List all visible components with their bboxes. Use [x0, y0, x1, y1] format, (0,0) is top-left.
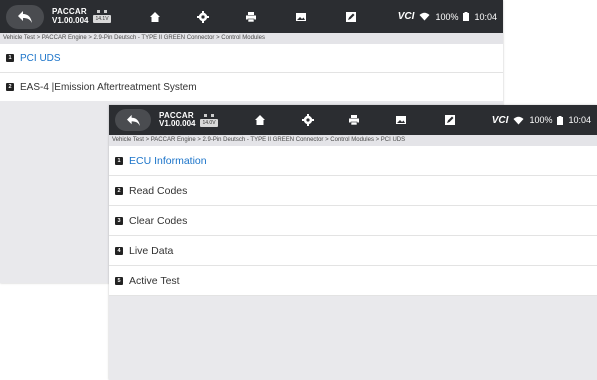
back-icon: [126, 114, 140, 126]
item-number: 1: [6, 54, 14, 62]
list-item-live-data[interactable]: 4 Live Data: [109, 236, 597, 266]
item-label: Clear Codes: [129, 214, 188, 227]
back-icon: [18, 10, 32, 23]
version-label: V1.00.004: [159, 119, 196, 128]
list-item-eas-4[interactable]: 2 EAS-4 |Emission Aftertreatment System: [0, 73, 503, 102]
home-button[interactable]: [142, 0, 168, 33]
front-screen: PACCAR V1.00.004 14.0V VCI 100% 10:04 Ve…: [109, 105, 597, 380]
battery-icon: [463, 12, 470, 21]
vehicle-model: PACCAR V1.00.004: [159, 111, 196, 129]
top-bar: PACCAR V1.00.004 14.0V VCI 100% 10:04: [109, 105, 597, 135]
vehicle-battery: 14.0V: [200, 113, 218, 127]
print-button[interactable]: [238, 0, 264, 33]
item-label: ECU Information: [129, 154, 207, 167]
image-button[interactable]: [388, 105, 414, 135]
back-button[interactable]: [115, 109, 151, 131]
module-list: 1 PCI UDS 2 EAS-4 |Emission Aftertreatme…: [0, 44, 503, 102]
vehicle-model: PACCAR V1.00.004: [52, 7, 89, 25]
item-label: EAS-4 |Emission Aftertreatment System: [20, 81, 197, 93]
item-number: 1: [115, 156, 123, 165]
settings-icon: [302, 114, 314, 126]
battery-percent: 100%: [435, 11, 459, 22]
list-item-clear-codes[interactable]: 3 Clear Codes: [109, 206, 597, 236]
battery-percent: 100%: [529, 115, 553, 125]
image-icon: [296, 12, 306, 21]
item-number: 5: [115, 276, 123, 285]
breadcrumb: Vehicle Test > PACCAR Engine > 2.9-Pin D…: [109, 135, 597, 146]
settings-button[interactable]: [190, 0, 216, 33]
edit-icon: [445, 115, 455, 125]
item-number: 2: [6, 83, 14, 91]
clock: 10:04: [474, 11, 497, 22]
list-item-read-codes[interactable]: 2 Read Codes: [109, 176, 597, 206]
wifi-icon: [419, 12, 430, 21]
edit-button[interactable]: [437, 105, 463, 135]
status-bar: VCI 100% 10:04: [398, 0, 497, 33]
top-bar: PACCAR V1.00.004 14.1V VCI 100% 10:04: [0, 0, 503, 33]
home-button[interactable]: [247, 105, 273, 135]
item-label: PCI UDS: [20, 52, 61, 64]
vci-connection-icon: VCI: [491, 114, 509, 126]
edit-button[interactable]: [338, 0, 364, 33]
function-list: 1 ECU Information 2 Read Codes 3 Clear C…: [109, 146, 597, 296]
wifi-icon: [513, 116, 524, 124]
status-bar: VCI 100% 10:04: [492, 105, 591, 135]
settings-button[interactable]: [295, 105, 321, 135]
image-icon: [396, 116, 406, 124]
print-button[interactable]: [341, 105, 367, 135]
version-label: V1.00.004: [52, 15, 89, 25]
item-label: Live Data: [129, 244, 174, 257]
voltage-chip: 14.0V: [200, 118, 218, 127]
vci-connection-icon: VCI: [397, 11, 415, 22]
print-icon: [349, 115, 359, 126]
item-number: 2: [115, 186, 123, 195]
breadcrumb: Vehicle Test > PACCAR Engine > 2.9-Pin D…: [0, 33, 503, 44]
item-number: 4: [115, 246, 123, 255]
settings-icon: [197, 10, 209, 23]
item-label: Read Codes: [129, 184, 188, 197]
home-icon: [150, 11, 160, 22]
battery-icon: [557, 115, 564, 125]
voltage-chip: 14.1V: [93, 15, 111, 23]
car-battery-icon: [204, 113, 215, 117]
list-item-active-test[interactable]: 5 Active Test: [109, 266, 597, 296]
list-item-pci-uds[interactable]: 1 PCI UDS: [0, 44, 503, 73]
back-button[interactable]: [6, 4, 44, 29]
item-label: Active Test: [129, 274, 180, 287]
list-item-ecu-information[interactable]: 1 ECU Information: [109, 146, 597, 176]
clock: 10:04: [568, 115, 591, 125]
home-icon: [255, 115, 265, 125]
print-icon: [246, 11, 256, 22]
edit-icon: [346, 11, 356, 22]
image-button[interactable]: [288, 0, 314, 33]
vehicle-battery: 14.1V: [93, 10, 111, 23]
item-number: 3: [115, 216, 123, 225]
